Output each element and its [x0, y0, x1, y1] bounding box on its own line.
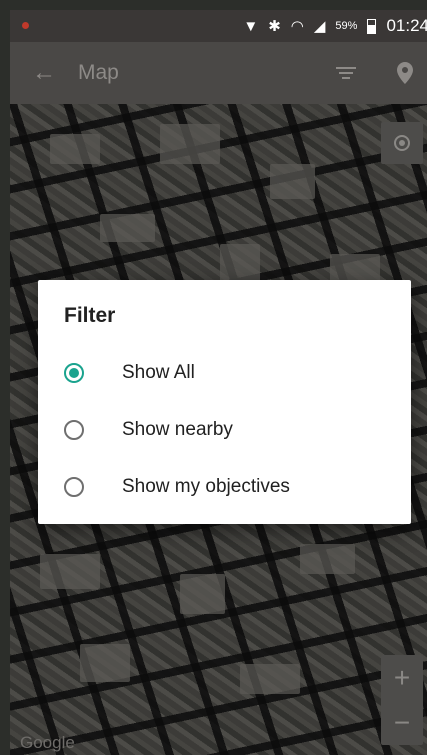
- screen: ▼ ✱ ◠ ◢ 59% 01:24 ← Map + − Google Filte…: [0, 0, 427, 755]
- option-label: Show nearby: [122, 418, 233, 440]
- dialog-title: Filter: [64, 304, 116, 327]
- status-bar: ▼ ✱ ◠ ◢ 59% 01:24: [10, 10, 427, 42]
- battery-percent: 59%: [335, 20, 358, 32]
- my-location-icon: [394, 135, 410, 151]
- wifi-icon: ◠: [290, 17, 304, 35]
- option-show-nearby[interactable]: Show nearby: [64, 401, 411, 458]
- bluetooth-icon: ✱: [268, 17, 281, 35]
- notification-dot-icon: [22, 22, 29, 29]
- zoom-controls: + −: [381, 655, 423, 745]
- radio-selected-icon[interactable]: [64, 362, 84, 383]
- zoom-out-button[interactable]: −: [394, 707, 410, 739]
- radio-unselected-icon[interactable]: [64, 476, 84, 497]
- battery-icon: [367, 18, 377, 34]
- filter-dialog: Filter Show All Show nearby Show my obje…: [38, 280, 411, 524]
- google-logo: Google: [20, 733, 75, 752]
- toolbar: ← Map: [10, 42, 427, 104]
- option-show-all[interactable]: Show All: [64, 344, 411, 401]
- radio-unselected-icon[interactable]: [64, 419, 84, 440]
- page-title: Map: [78, 61, 119, 84]
- my-location-button[interactable]: [381, 122, 423, 164]
- map-pin-icon[interactable]: [397, 62, 413, 84]
- location-pin-icon: ▼: [243, 17, 259, 35]
- back-arrow-icon[interactable]: ←: [32, 59, 64, 87]
- filter-icon[interactable]: [335, 67, 357, 79]
- option-label: Show my objectives: [122, 475, 290, 497]
- signal-icon: ◢: [313, 17, 326, 35]
- option-label: Show All: [122, 361, 195, 383]
- option-show-my-objectives[interactable]: Show my objectives: [64, 458, 411, 515]
- zoom-in-button[interactable]: +: [394, 662, 410, 694]
- clock: 01:24: [386, 16, 427, 35]
